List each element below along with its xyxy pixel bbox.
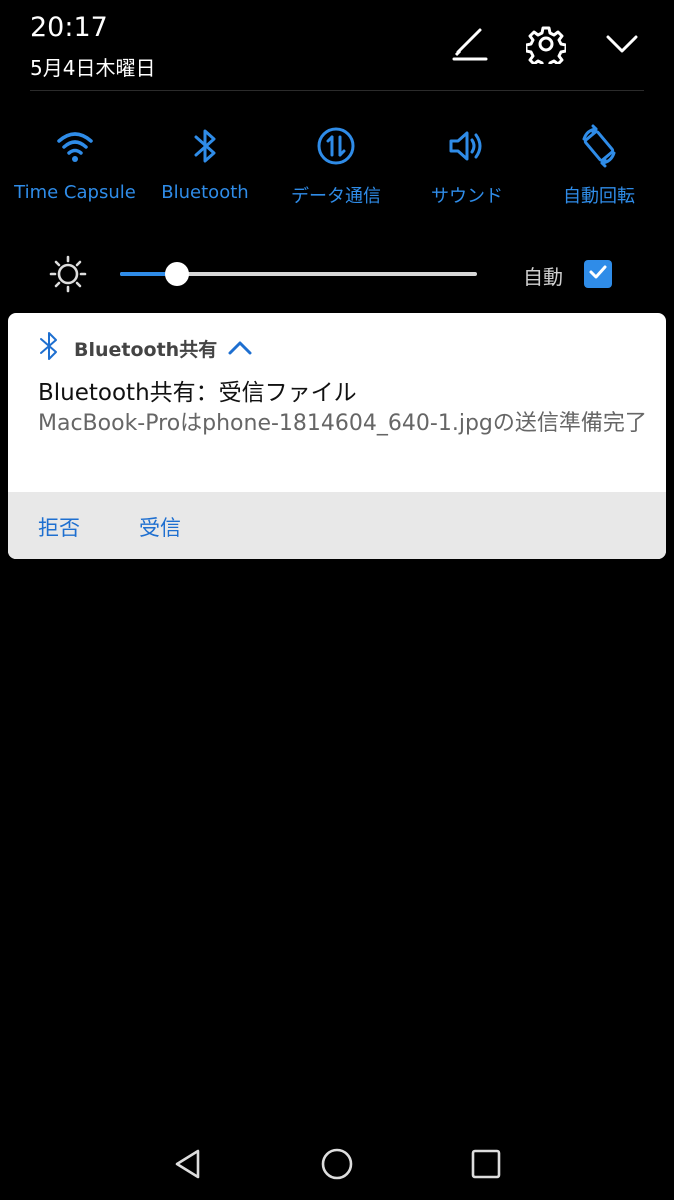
brightness-icon [48, 254, 88, 298]
notification-app-name: Bluetooth共有 [74, 338, 218, 361]
tile-bluetooth[interactable]: Bluetooth [138, 120, 272, 203]
home-button[interactable] [317, 1146, 357, 1186]
gear-icon [524, 24, 568, 70]
brightness-slider-thumb[interactable] [165, 262, 190, 286]
tile-wifi[interactable]: Time Capsule [8, 120, 142, 203]
edit-button[interactable] [448, 24, 492, 68]
tile-auto-rotate[interactable]: 自動回転 [532, 120, 666, 208]
edit-icon [450, 24, 490, 68]
back-triangle-icon [171, 1147, 205, 1185]
notification-header: Bluetooth共有 [38, 331, 253, 365]
home-circle-icon [320, 1147, 354, 1185]
navigation-bar [0, 1130, 674, 1200]
auto-brightness-checkbox[interactable] [584, 260, 612, 288]
header-divider [30, 90, 644, 91]
bluetooth-share-notification[interactable]: Bluetooth共有 Bluetooth共有：受信ファイル MacBook-P… [8, 313, 666, 559]
speaker-icon [445, 124, 489, 172]
notification-body: MacBook-Proはphone-1814604_640-1.jpgの送信準備… [38, 411, 647, 436]
date-label: 5月4日木曜日 [30, 56, 156, 80]
auto-brightness-label: 自動 [523, 265, 563, 289]
chevron-down-icon [602, 24, 642, 68]
tile-sound[interactable]: サウンド [400, 120, 534, 208]
chevron-up-icon[interactable] [227, 338, 253, 358]
recents-button[interactable] [466, 1146, 506, 1186]
brightness-row: 自動 [0, 250, 674, 300]
auto-rotate-icon [577, 124, 621, 172]
reject-button[interactable]: 拒否 [38, 512, 80, 542]
clock-time: 20:17 [30, 12, 108, 43]
settings-button[interactable] [524, 24, 568, 70]
accept-button[interactable]: 受信 [139, 512, 181, 542]
notification-title: Bluetooth共有：受信ファイル [38, 380, 357, 406]
tile-label: 自動回転 [563, 186, 635, 207]
notification-actions: 拒否 受信 [8, 492, 666, 559]
tile-label: データ通信 [291, 186, 381, 207]
tile-data[interactable]: データ通信 [269, 120, 403, 208]
recents-square-icon [469, 1147, 503, 1185]
back-button[interactable] [168, 1146, 208, 1186]
collapse-button[interactable] [600, 24, 644, 68]
tile-label: Bluetooth [161, 182, 249, 203]
bluetooth-icon [183, 124, 227, 172]
notification-shade-header: 20:17 5月4日木曜日 [0, 0, 674, 92]
quick-settings-tiles: Time Capsule Bluetooth データ通信 サウンド 自動回転 [0, 120, 674, 220]
bluetooth-icon [38, 331, 60, 365]
checkmark-icon [588, 262, 608, 286]
wifi-icon [53, 124, 97, 172]
data-transfer-icon [314, 124, 358, 172]
tile-label: Time Capsule [14, 182, 136, 203]
tile-label: サウンド [431, 186, 503, 207]
